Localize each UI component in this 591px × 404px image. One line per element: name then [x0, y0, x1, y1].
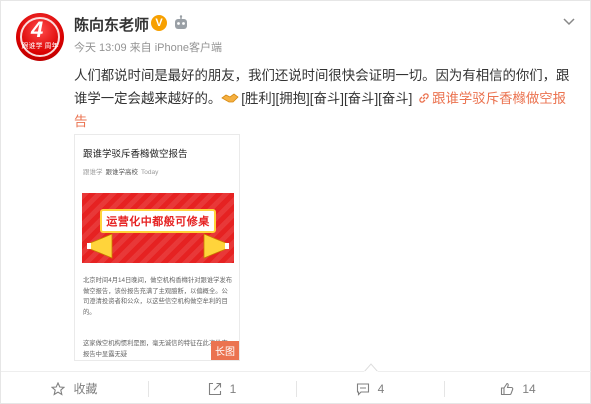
long-image-time-tag: Today	[141, 169, 159, 176]
comment-caret-icon	[364, 363, 378, 372]
handshake-icon	[221, 93, 239, 103]
repost-button[interactable]: 1	[148, 372, 296, 404]
repost-icon	[208, 382, 221, 395]
like-count: 14	[522, 381, 536, 396]
link-icon	[419, 93, 429, 103]
star-icon	[51, 381, 66, 396]
avatar[interactable]: 4 跟谁学 周年	[16, 13, 64, 61]
robot-icon[interactable]	[173, 15, 189, 31]
megaphone-icon	[203, 233, 229, 259]
avatar-number: 4	[31, 17, 44, 42]
username[interactable]: 陈向东老师	[74, 14, 149, 35]
post-text: 人们都说时间是最好的朋友，我们还说时间很快会证明一切。因为有相信的你们，跟谁学一…	[74, 64, 576, 133]
promo-banner: 运营化中都般可修桌	[82, 193, 234, 263]
like-icon	[501, 382, 514, 395]
long-image-tag: 长图	[211, 341, 239, 360]
repost-count: 1	[229, 381, 237, 396]
comment-count: 4	[377, 381, 385, 396]
long-image-card[interactable]: 跟谁学驳斥香橼做空报告 跟谁学 跟谁学高校 Today 运营化中都般可修桌 北京时间…	[74, 134, 240, 361]
long-image-paragraph-1: 北京时间4月14日晚间，做空机构香橼针对跟谁学发布做空报告，该份报告充满了主观臆…	[83, 277, 233, 316]
long-image-title: 跟谁学驳斥香橼做空报告	[83, 149, 188, 160]
like-button[interactable]: 14	[444, 372, 591, 404]
comment-icon	[356, 382, 369, 396]
post-emoticons: [胜利][拥抱][奋斗][奋斗][奋斗]	[241, 91, 413, 106]
post-time[interactable]: 今天 13:09	[74, 42, 127, 54]
banner-slogan: 运营化中都般可修桌	[106, 216, 210, 228]
post-meta: 今天 13:09 来自 iPhone客户端	[74, 39, 222, 55]
collect-label: 收藏	[73, 382, 98, 396]
collect-button[interactable]: 收藏	[1, 372, 148, 404]
post-source: 来自 iPhone客户端	[129, 42, 222, 54]
megaphone-icon	[87, 233, 113, 259]
verified-badge-icon[interactable]: V	[151, 15, 167, 31]
long-image-source: 跟谁学 跟谁学高校 Today	[83, 166, 158, 176]
comment-button[interactable]: 4	[296, 372, 444, 404]
long-image-account: 跟谁学高校	[105, 169, 139, 176]
avatar-caption: 跟谁学 周年	[21, 43, 59, 50]
long-image-source-prefix: 跟谁学	[83, 169, 103, 176]
weibo-post: 4 跟谁学 周年 陈向东老师 V 今天 13:09 来自 iPhone客户端 人…	[0, 0, 591, 404]
chevron-down-icon[interactable]	[561, 13, 577, 29]
